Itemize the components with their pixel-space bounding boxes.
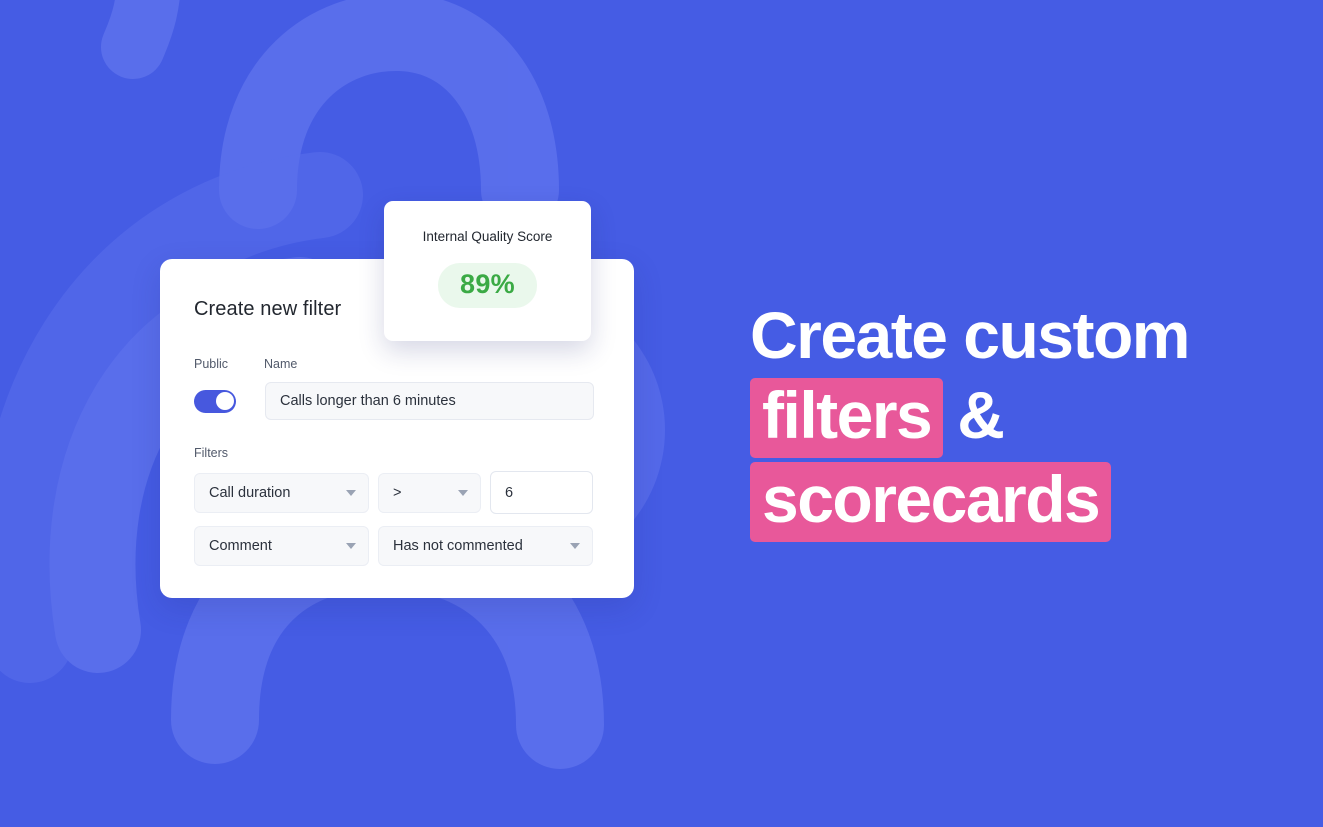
filter-condition-value-1: Has not commented bbox=[393, 538, 523, 554]
filter-row: Call duration > bbox=[194, 471, 600, 514]
toggle-knob bbox=[215, 392, 234, 410]
chevron-down-icon bbox=[346, 489, 356, 496]
filter-field-select-0[interactable]: Call duration bbox=[194, 472, 369, 513]
filter-field-value-1: Comment bbox=[209, 538, 272, 554]
headline-line-2: filters & bbox=[750, 375, 1270, 458]
promo-banner: Create new filter Public Name Filters Ca… bbox=[0, 0, 1323, 827]
public-toggle[interactable] bbox=[194, 389, 236, 413]
headline: Create custom filters & scorecards bbox=[750, 295, 1270, 542]
filter-condition-select-1[interactable]: Has not commented bbox=[378, 526, 593, 566]
filter-name-input[interactable] bbox=[265, 382, 594, 420]
filter-field-select-1[interactable]: Comment bbox=[194, 526, 369, 566]
filter-value-input-0[interactable] bbox=[490, 471, 593, 514]
chevron-down-icon bbox=[346, 543, 356, 549]
chevron-down-icon bbox=[458, 489, 468, 496]
headline-ampersand: & bbox=[957, 378, 1005, 452]
field-label-row: Public Name bbox=[194, 356, 600, 372]
public-name-row bbox=[194, 382, 600, 420]
score-badge: 89% bbox=[438, 263, 537, 308]
filters-label: Filters bbox=[194, 446, 229, 460]
filter-operator-value-0: > bbox=[393, 484, 402, 501]
filter-row: Comment Has not commented bbox=[194, 526, 600, 566]
name-label: Name bbox=[264, 357, 298, 371]
chevron-down-icon bbox=[570, 543, 580, 549]
public-label: Public bbox=[194, 357, 229, 371]
filter-field-value-0: Call duration bbox=[209, 484, 291, 501]
headline-line-3: scorecards bbox=[750, 459, 1270, 542]
headline-line-1: Create custom bbox=[750, 298, 1191, 372]
headline-highlight-scorecards: scorecards bbox=[750, 462, 1112, 542]
headline-highlight-filters: filters bbox=[750, 378, 944, 458]
filter-operator-select-0[interactable]: > bbox=[378, 472, 481, 513]
score-card-title: Internal Quality Score bbox=[422, 229, 553, 244]
internal-quality-score-card: Internal Quality Score 89% bbox=[384, 201, 591, 341]
